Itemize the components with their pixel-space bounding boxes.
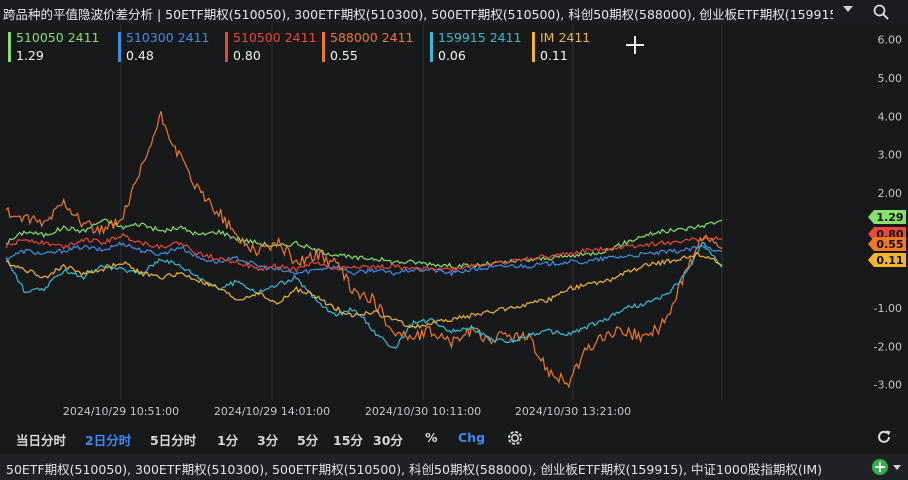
legend-value: 0.48 xyxy=(126,48,154,63)
chevron-down-icon[interactable] xyxy=(893,465,901,470)
series-line xyxy=(5,232,722,274)
legend-value: 0.80 xyxy=(233,48,261,63)
tab-intraday[interactable]: 当日分时 xyxy=(16,430,66,449)
legend-color-swatch xyxy=(8,32,11,62)
chg-toggle[interactable]: Chg xyxy=(458,430,485,445)
legend-item[interactable]: IM 2411 0.11 xyxy=(532,30,622,66)
last-value-tag-text: 1.29 xyxy=(876,211,903,224)
gear-icon[interactable] xyxy=(505,428,525,448)
y-tick-label: 3.00 xyxy=(878,149,903,162)
crosshair-icon[interactable] xyxy=(626,36,644,54)
tab-3min[interactable]: 3分 xyxy=(257,430,278,449)
tab-5day-intraday[interactable]: 5日分时 xyxy=(150,430,196,449)
title-bar: 跨品种的平值隐波价差分析 | 50ETF期权(510050), 300ETF期权… xyxy=(0,0,908,24)
x-axis: 2024/10/29 10:51:00 2024/10/29 14:01:00 20… xyxy=(63,405,631,418)
legend-item[interactable]: 159915 2411 0.06 xyxy=(430,30,528,66)
legend-name: 588000 2411 xyxy=(330,30,414,45)
legend-name: 510050 2411 xyxy=(16,30,100,45)
tab-30min[interactable]: 30分 xyxy=(373,430,403,449)
legend-item[interactable]: 510300 2411 0.48 xyxy=(118,30,220,66)
y-tick-label: 4.00 xyxy=(878,110,903,123)
legend-item[interactable]: 510050 2411 1.29 xyxy=(8,30,113,66)
tab-15min[interactable]: 15分 xyxy=(333,430,363,449)
tab-2day-intraday[interactable]: 2日分时 xyxy=(85,430,131,449)
refresh-icon[interactable] xyxy=(876,429,892,445)
y-tick-label: -1.00 xyxy=(874,302,902,315)
legend-color-swatch xyxy=(322,32,325,62)
legend-name: 510300 2411 xyxy=(126,30,210,45)
legend-value: 0.06 xyxy=(438,48,466,63)
y-tick-label: -3.00 xyxy=(874,379,902,392)
y-tick-label: 5.00 xyxy=(878,72,903,85)
legend-name: 510500 2411 xyxy=(233,30,317,45)
chevron-down-icon[interactable] xyxy=(843,6,853,12)
last-value-tag: 0.55 xyxy=(868,237,906,251)
window-title: 跨品种的平值隐波价差分析 | 50ETF期权(510050), 300ETF期权… xyxy=(3,7,833,22)
legend-item[interactable]: 588000 2411 0.55 xyxy=(322,30,427,66)
legend-value: 1.29 xyxy=(16,48,44,63)
chart-series xyxy=(5,111,723,389)
y-tick-label: 2.00 xyxy=(878,187,903,200)
search-icon[interactable] xyxy=(872,3,890,21)
tab-5min[interactable]: 5分 xyxy=(297,430,318,449)
chart[interactable]: 6.005.004.003.002.001.00-1.00-2.00-3.00 … xyxy=(0,24,908,426)
percent-toggle[interactable]: % xyxy=(425,430,438,445)
last-value-tag: 1.29 xyxy=(868,210,906,224)
last-value-tag-text: 0.55 xyxy=(876,238,903,251)
last-value-tag: 0.11 xyxy=(868,253,906,267)
instrument-list: 50ETF期权(510050), 300ETF期权(510300), 500ET… xyxy=(6,462,823,477)
legend-item[interactable]: 510500 2411 0.80 xyxy=(225,30,317,66)
legend-color-swatch xyxy=(225,32,228,62)
add-icon[interactable] xyxy=(872,459,888,475)
legend-color-swatch xyxy=(118,32,121,62)
tab-1min[interactable]: 1分 xyxy=(217,430,238,449)
x-tick-label: 2024/10/29 14:01:00 xyxy=(214,405,330,418)
x-tick-label: 2024/10/29 10:51:00 xyxy=(63,405,179,418)
legend-color-swatch xyxy=(430,32,433,62)
legend-name: 159915 2411 xyxy=(438,30,522,45)
x-tick-label: 2024/10/30 13:21:00 xyxy=(515,405,631,418)
chart-grid xyxy=(120,24,723,400)
legend-color-swatch xyxy=(532,32,535,62)
last-value-tag-text: 0.11 xyxy=(876,254,903,267)
legend-name: IM 2411 xyxy=(540,30,591,45)
legend-value: 0.55 xyxy=(330,48,358,63)
y-tick-label: -2.00 xyxy=(874,340,902,353)
x-tick-label: 2024/10/30 10:11:00 xyxy=(365,405,481,418)
last-value-tags: 1.290.800.550.11 xyxy=(868,210,906,267)
legend-value: 0.11 xyxy=(540,48,568,63)
status-bar: 50ETF期权(510050), 300ETF期权(510300), 500ET… xyxy=(0,454,908,480)
series-line xyxy=(5,111,723,389)
y-tick-label: 6.00 xyxy=(878,34,903,47)
period-toolbar: 当日分时 2日分时 5日分时 1分 3分 5分 15分 30分 % Chg xyxy=(0,426,908,450)
